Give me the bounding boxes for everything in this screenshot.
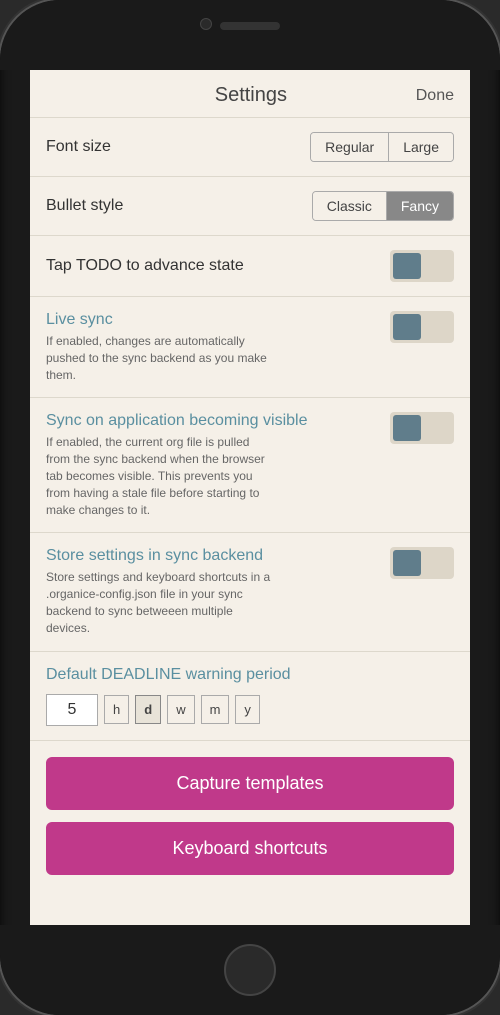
settings-header: Settings Done [30,70,470,118]
sync-visible-thumb [393,415,421,441]
tap-todo-thumb [393,253,421,279]
sync-visible-label: Sync on application becoming visible [46,412,380,430]
live-sync-desc: If enabled, changes are automatically pu… [46,333,276,383]
bullet-style-segmented: Classic Fancy [312,191,454,221]
deadline-section: Default DEADLINE warning period h d w m … [30,652,470,741]
phone-frame: Settings Done Font size Regular Large Bu… [0,0,500,1015]
store-settings-left: Store settings in sync backend Store set… [46,547,390,636]
font-size-large-btn[interactable]: Large [388,133,453,161]
phone-top [0,0,500,70]
tap-todo-row: Tap TODO to advance state [30,236,470,297]
action-buttons: Capture templates Keyboard shortcuts [30,741,470,891]
live-sync-label: Live sync [46,311,380,329]
deadline-controls: h d w m y [46,694,454,726]
deadline-unit-d[interactable]: d [135,695,161,724]
deadline-label: Default DEADLINE warning period [46,666,454,684]
deadline-unit-w[interactable]: w [167,695,194,724]
deadline-unit-m[interactable]: m [201,695,230,724]
store-settings-toggle[interactable] [390,547,454,579]
font-size-segmented: Regular Large [310,132,454,162]
tap-todo-label: Tap TODO to advance state [46,257,244,275]
phone-bottom [0,925,500,1015]
keyboard-shortcuts-button[interactable]: Keyboard shortcuts [46,822,454,875]
live-sync-left: Live sync If enabled, changes are automa… [46,311,390,383]
bullet-style-label: Bullet style [46,197,123,215]
store-settings-row: Store settings in sync backend Store set… [30,533,470,651]
font-size-row: Font size Regular Large [30,118,470,177]
live-sync-toggle[interactable] [390,311,454,343]
deadline-input[interactable] [46,694,98,726]
live-sync-thumb [393,314,421,340]
tap-todo-toggle[interactable] [390,250,454,282]
settings-body: Font size Regular Large Bullet style Cla… [30,118,470,925]
deadline-unit-y[interactable]: y [235,695,260,724]
screen: Settings Done Font size Regular Large Bu… [30,70,470,925]
deadline-unit-h[interactable]: h [104,695,129,724]
store-settings-thumb [393,550,421,576]
sync-visible-left: Sync on application becoming visible If … [46,412,390,518]
bullet-classic-btn[interactable]: Classic [313,192,386,220]
sync-visible-row: Sync on application becoming visible If … [30,398,470,533]
sync-visible-desc: If enabled, the current org file is pull… [46,434,276,518]
font-size-label: Font size [46,138,111,156]
speaker [220,22,280,30]
store-settings-desc: Store settings and keyboard shortcuts in… [46,569,276,636]
bullet-style-row: Bullet style Classic Fancy [30,177,470,236]
capture-templates-button[interactable]: Capture templates [46,757,454,810]
store-settings-label: Store settings in sync backend [46,547,380,565]
done-button[interactable]: Done [416,87,454,105]
font-size-regular-btn[interactable]: Regular [311,133,388,161]
home-button[interactable] [224,944,276,996]
settings-title: Settings [86,84,416,107]
live-sync-row: Live sync If enabled, changes are automa… [30,297,470,398]
bullet-fancy-btn[interactable]: Fancy [386,192,453,220]
camera-icon [200,18,212,30]
sync-visible-toggle[interactable] [390,412,454,444]
